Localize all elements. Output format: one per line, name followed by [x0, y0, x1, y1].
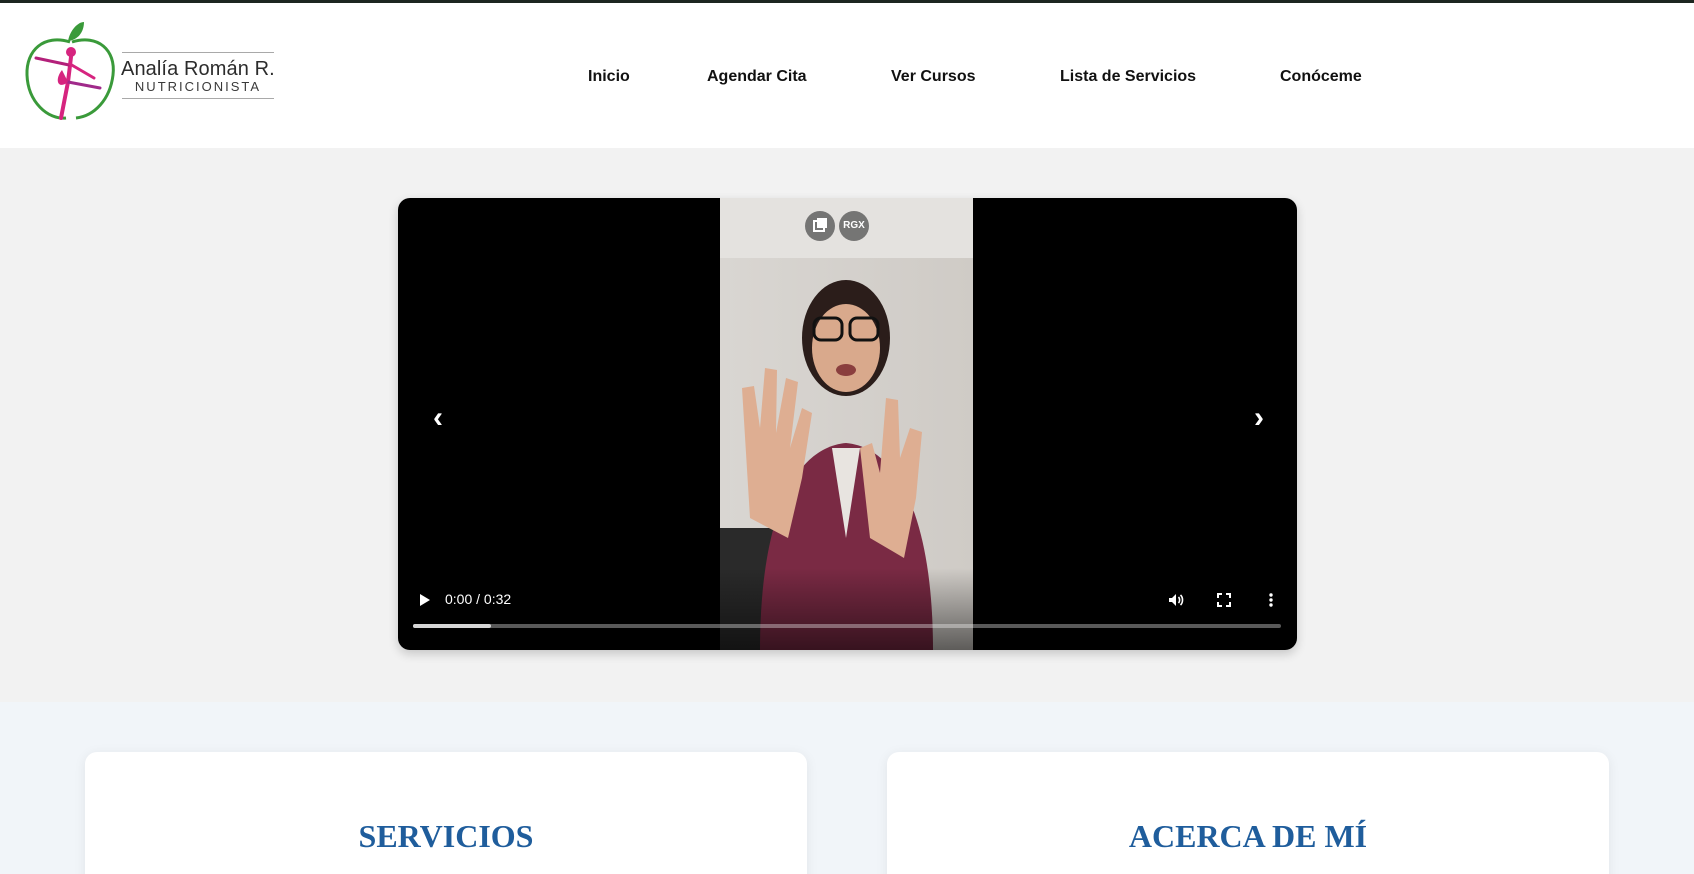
- info-cards-section: SERVICIOS ACERCA DE MÍ: [0, 702, 1694, 874]
- services-title: SERVICIOS: [358, 818, 534, 854]
- more-options-icon[interactable]: [1262, 591, 1280, 609]
- brand-subtitle: NUTRICIONISTA: [134, 79, 262, 94]
- nav-item-agendar-cita[interactable]: Agendar Cita: [707, 68, 807, 86]
- video-progress-fill: [413, 624, 492, 628]
- volume-icon[interactable]: [1167, 591, 1185, 609]
- brand-name: Analía Román R.: [121, 58, 275, 80]
- carousel-prev-button[interactable]: ‹: [423, 398, 453, 438]
- video-thumbnail: [720, 198, 973, 650]
- nav-item-inicio[interactable]: Inicio: [588, 68, 630, 86]
- services-card[interactable]: SERVICIOS: [85, 752, 807, 874]
- logo-rule-top: [122, 52, 274, 53]
- logo-rule-bottom: [122, 98, 274, 99]
- fullscreen-icon[interactable]: [1215, 591, 1233, 609]
- play-icon[interactable]: [415, 591, 433, 609]
- brand-logo[interactable]: Analía Román R. NUTRICIONISTA: [24, 20, 286, 132]
- nav-item-lista-de-servicios[interactable]: Lista de Servicios: [1060, 68, 1196, 86]
- nav-item-ver-cursos[interactable]: Ver Cursos: [891, 68, 975, 86]
- video-player[interactable]: RGX ‹ › 0:00 / 0:32: [398, 198, 1297, 650]
- video-carousel-section: RGX ‹ › 0:00 / 0:32: [0, 148, 1694, 702]
- video-frame: RGX: [720, 198, 973, 650]
- picture-in-picture-icon[interactable]: [805, 211, 835, 241]
- carousel-next-button[interactable]: ›: [1244, 398, 1274, 438]
- video-time: 0:00 / 0:32: [445, 591, 512, 607]
- rgx-badge[interactable]: RGX: [839, 211, 869, 241]
- nav-item-conoceme[interactable]: Conóceme: [1280, 68, 1362, 86]
- apple-dancer-logo-icon: [25, 22, 115, 120]
- about-title: ACERCA DE MÍ: [1128, 818, 1368, 854]
- site-header: Analía Román R. NUTRICIONISTA Inicio Age…: [0, 3, 1694, 148]
- about-card[interactable]: ACERCA DE MÍ: [887, 752, 1609, 874]
- video-progress-bar[interactable]: [413, 624, 1281, 628]
